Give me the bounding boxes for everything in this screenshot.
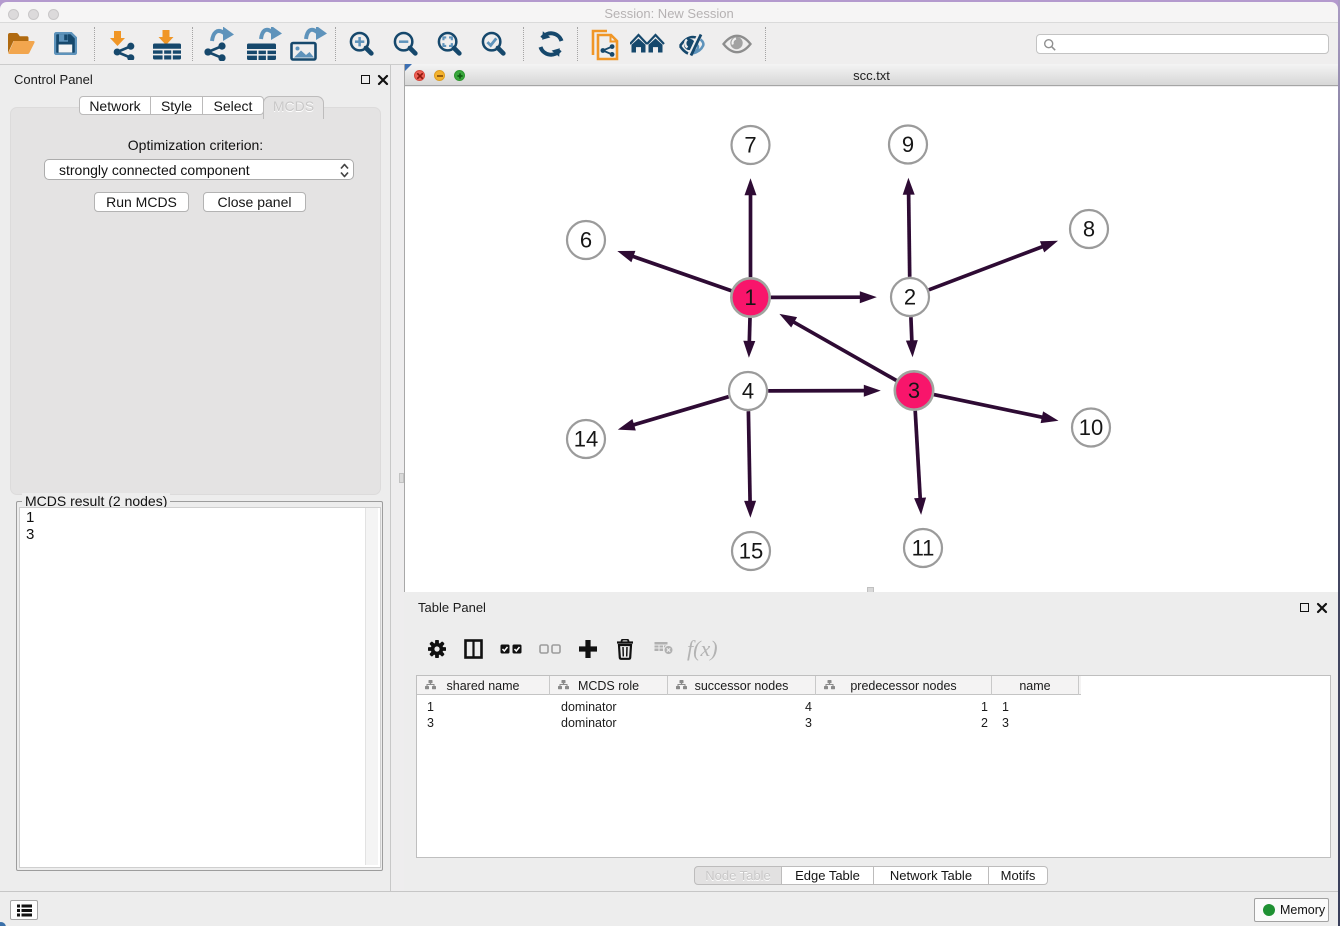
svg-text:10: 10 [1079, 415, 1103, 440]
svg-text:4: 4 [742, 379, 754, 404]
svg-text:8: 8 [1083, 217, 1095, 242]
svg-text:9: 9 [902, 132, 914, 157]
svg-text:2: 2 [904, 285, 916, 310]
svg-text:11: 11 [912, 536, 935, 561]
svg-text:14: 14 [574, 427, 598, 452]
svg-text:1: 1 [744, 285, 756, 310]
svg-text:6: 6 [580, 228, 592, 253]
svg-text:3: 3 [908, 378, 920, 403]
svg-text:7: 7 [744, 133, 756, 158]
svg-text:15: 15 [739, 539, 763, 564]
